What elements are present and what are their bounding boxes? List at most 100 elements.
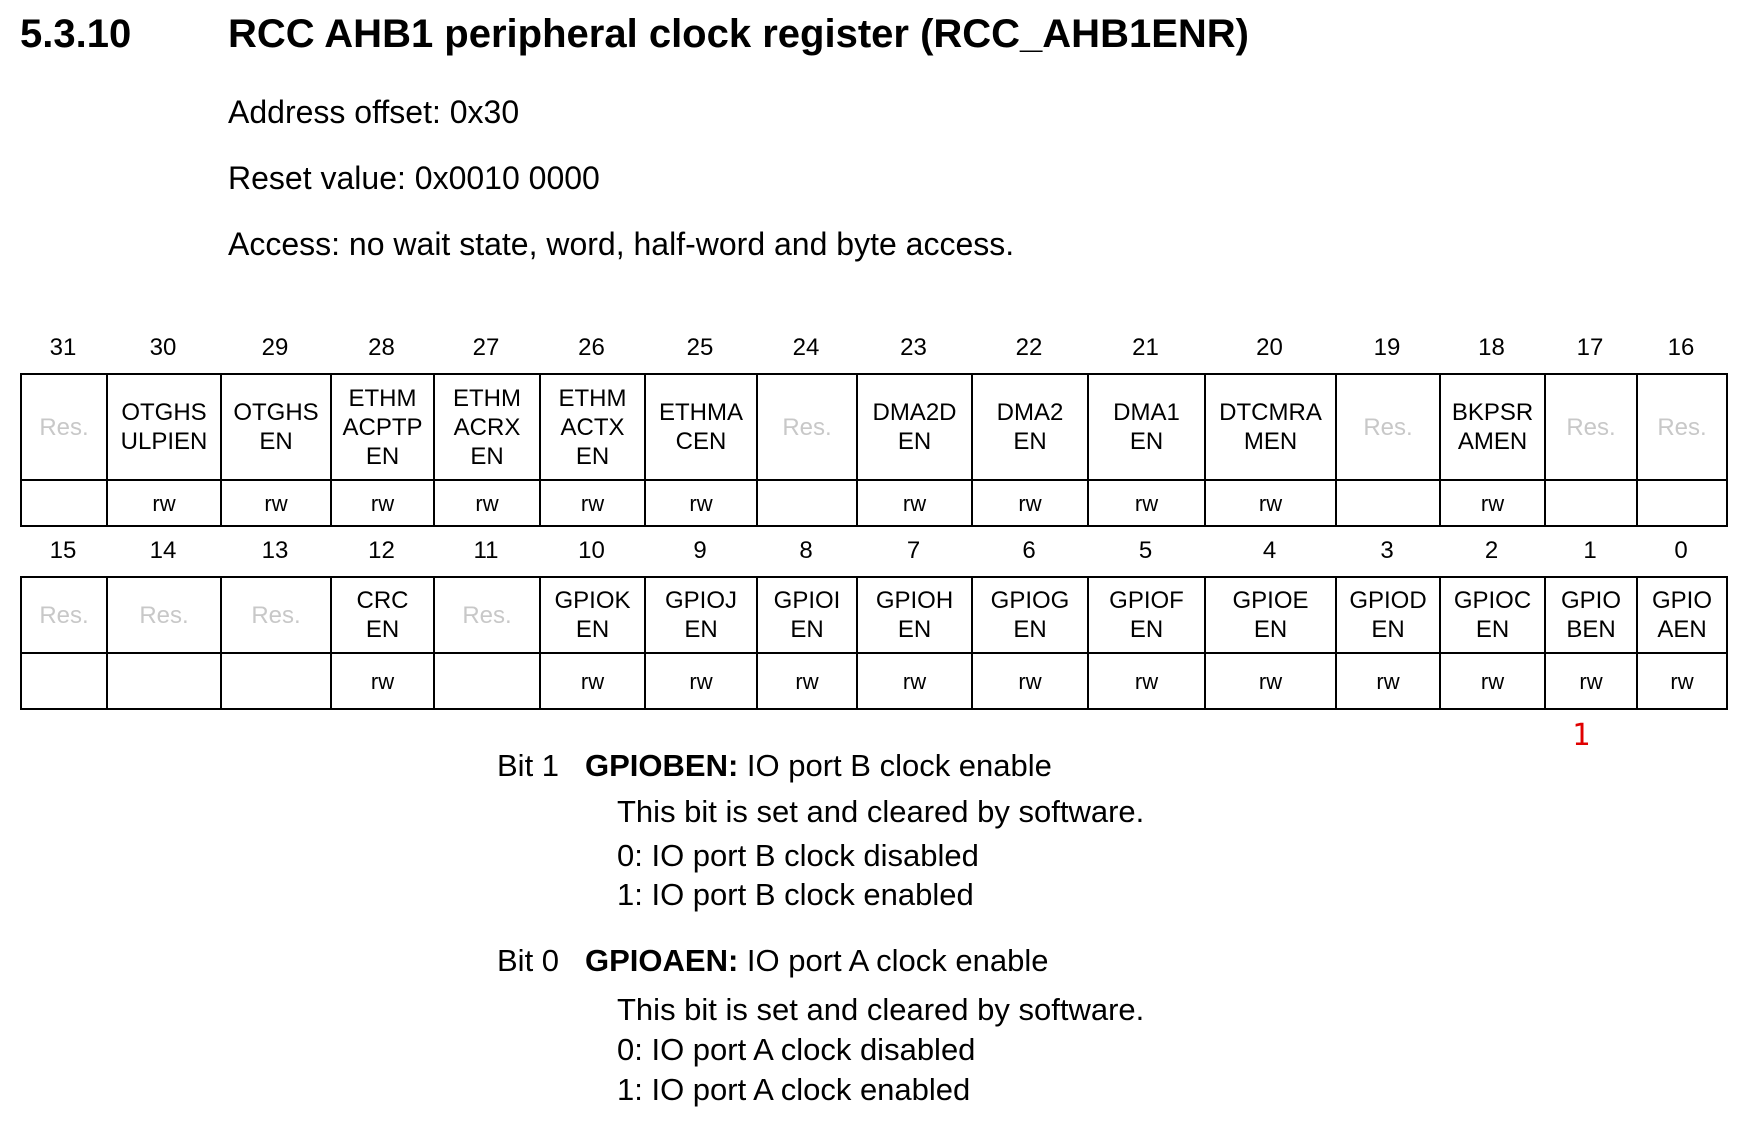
bit-number: 26 bbox=[578, 334, 605, 361]
field-gpioden: GPIOD EN bbox=[1335, 576, 1441, 654]
annotation-marker: 1 bbox=[1572, 718, 1591, 753]
reserved-field: Res. bbox=[1335, 373, 1441, 481]
access-cell bbox=[1335, 479, 1441, 527]
access-cell: rw bbox=[330, 479, 435, 527]
reset-value: Reset value: 0x0010 0000 bbox=[228, 160, 600, 196]
reserved-field: Res. bbox=[1636, 373, 1728, 481]
bit-number: 14 bbox=[149, 537, 177, 564]
access-cell: rw bbox=[1087, 479, 1206, 527]
access-cell: rw bbox=[756, 652, 858, 710]
description-line: 0: IO port B clock disabled bbox=[617, 838, 979, 873]
access-cell bbox=[1544, 479, 1638, 527]
field-name: GPIOBEN: bbox=[585, 748, 739, 783]
reserved-field: Res. bbox=[20, 373, 108, 481]
bit-number: 0 bbox=[1674, 537, 1688, 564]
section-title: RCC AHB1 peripheral clock register (RCC_… bbox=[228, 12, 1249, 56]
bit-number: 16 bbox=[1667, 334, 1695, 361]
access-cell: rw bbox=[330, 652, 435, 710]
access-cell: rw bbox=[1204, 652, 1337, 710]
field-dma2den: DMA2D EN bbox=[856, 373, 973, 481]
field-gpioeen: GPIOE EN bbox=[1204, 576, 1337, 654]
bit-number: 15 bbox=[49, 537, 77, 564]
field-name: GPIOAEN: bbox=[585, 943, 739, 978]
access-cell bbox=[433, 652, 541, 710]
field-gpioken: GPIOK EN bbox=[539, 576, 646, 654]
bit-number: 6 bbox=[1022, 537, 1036, 564]
field-gpioaen: GPIO AEN bbox=[1636, 576, 1728, 654]
bit-number: 19 bbox=[1373, 334, 1401, 361]
access-cell: rw bbox=[644, 652, 758, 710]
field-gpiogen: GPIOG EN bbox=[971, 576, 1089, 654]
field-gpioien: GPIOI EN bbox=[756, 576, 858, 654]
access-cell bbox=[1636, 479, 1728, 527]
field-otghsen: OTGHS EN bbox=[220, 373, 332, 481]
bit-number: 28 bbox=[368, 334, 395, 361]
bit-number: 5 bbox=[1138, 537, 1153, 564]
bit-number: 7 bbox=[906, 537, 921, 564]
section-number: 5.3.10 bbox=[20, 12, 132, 56]
access-cell bbox=[106, 652, 222, 710]
access-row: rw rw rw rw rw rw rw rw rw rw rw bbox=[20, 479, 1728, 527]
register-table-lower: Res. Res. Res. CRC EN Res. GPIOK EN GPIO… bbox=[20, 576, 1728, 710]
access-cell: rw bbox=[1439, 479, 1546, 527]
bit-number: 31 bbox=[49, 334, 77, 361]
access-cell: rw bbox=[856, 479, 973, 527]
reserved-field: Res. bbox=[20, 576, 108, 654]
field-ethmactxen: ETHM ACTX EN bbox=[539, 373, 646, 481]
access-cell: rw bbox=[1636, 652, 1728, 710]
field-gpiocen: GPIOC EN bbox=[1439, 576, 1546, 654]
access-cell: rw bbox=[1439, 652, 1546, 710]
access-cell: rw bbox=[539, 479, 646, 527]
bit-number: 27 bbox=[472, 334, 500, 361]
reserved-field: Res. bbox=[220, 576, 332, 654]
field-gpiojen: GPIOJ EN bbox=[644, 576, 758, 654]
field-dma1en: DMA1 EN bbox=[1087, 373, 1206, 481]
access-cell bbox=[220, 652, 332, 710]
reserved-field: Res. bbox=[1544, 373, 1638, 481]
access-cell: rw bbox=[1087, 652, 1206, 710]
bit-number: 8 bbox=[799, 537, 813, 564]
bit-number: 9 bbox=[693, 537, 707, 564]
description-line: 1: IO port B clock enabled bbox=[617, 877, 974, 912]
description-line: 1: IO port A clock enabled bbox=[617, 1072, 971, 1107]
bit-label: Bit 0 bbox=[497, 943, 560, 978]
field-gpiofen: GPIOF EN bbox=[1087, 576, 1206, 654]
field-name-row: Res. Res. Res. CRC EN Res. GPIOK EN GPIO… bbox=[20, 576, 1728, 654]
field-ethmacptpen: ETHM ACPTP EN bbox=[330, 373, 435, 481]
access-cell: rw bbox=[1544, 652, 1638, 710]
access-cell bbox=[756, 479, 858, 527]
bit-description-gpioaen: Bit 0 GPIOAEN: IO port A clock enable Thi… bbox=[497, 943, 1144, 1107]
access-cell bbox=[20, 479, 108, 527]
bit-number: 12 bbox=[368, 537, 395, 564]
bit-number: 1 bbox=[1583, 537, 1597, 564]
bit-number: 2 bbox=[1484, 537, 1499, 564]
access-cell: rw bbox=[220, 479, 332, 527]
access-cell bbox=[20, 652, 108, 710]
bit-number: 24 bbox=[792, 334, 820, 361]
access-cell: rw bbox=[1335, 652, 1441, 710]
bit-number: 3 bbox=[1380, 537, 1394, 564]
access-row: rw rw rw rw rw rw rw rw rw rw rw rw bbox=[20, 652, 1728, 710]
bit-number: 30 bbox=[149, 334, 177, 361]
field-gpiohen: GPIOH EN bbox=[856, 576, 973, 654]
bit-number: 25 bbox=[686, 334, 714, 361]
access-cell: rw bbox=[433, 479, 541, 527]
bit-number: 29 bbox=[261, 334, 289, 361]
field-ethmacen: ETHMA CEN bbox=[644, 373, 758, 481]
bit-number: 17 bbox=[1576, 334, 1604, 361]
reserved-field: Res. bbox=[106, 576, 222, 654]
bit-number: 18 bbox=[1478, 334, 1505, 361]
bit-number: 11 bbox=[473, 537, 499, 564]
register-table-upper: Res. OTGHS ULPIEN OTGHS EN ETHM ACPTP EN… bbox=[20, 373, 1728, 527]
access-cell: rw bbox=[106, 479, 222, 527]
bit-number: 13 bbox=[261, 537, 289, 564]
field-dma2en: DMA2 EN bbox=[971, 373, 1089, 481]
address-offset: Address offset: 0x30 bbox=[228, 94, 520, 130]
field-otghsulpien: OTGHS ULPIEN bbox=[106, 373, 222, 481]
field-summary: IO port B clock enable bbox=[738, 748, 1052, 783]
reserved-field: Res. bbox=[433, 576, 541, 654]
bit-number: 10 bbox=[578, 537, 605, 564]
bit-number: 4 bbox=[1262, 537, 1277, 564]
access-cell: rw bbox=[1204, 479, 1337, 527]
field-dtcmramen: DTCMRA MEN bbox=[1204, 373, 1337, 481]
